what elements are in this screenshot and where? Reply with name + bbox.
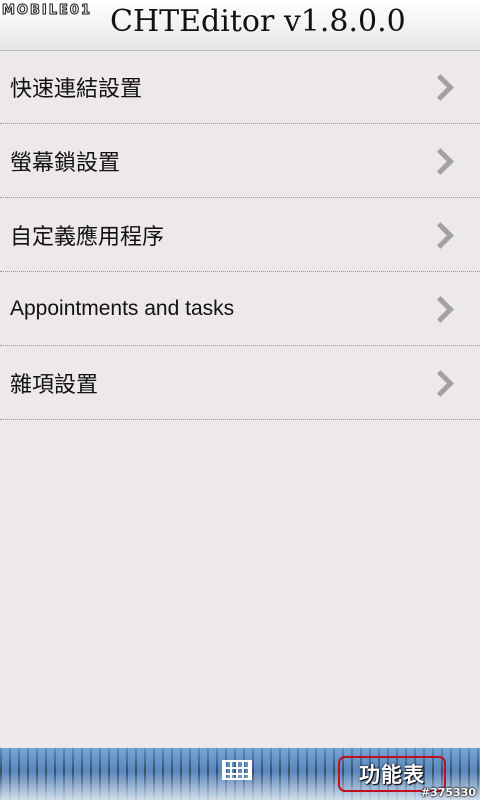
menu-item-appointments[interactable]: Appointments and tasks	[0, 272, 480, 346]
screen: MOBILE01 CHTEditor v1.8.0.0 快速連結設置 螢幕鎖設置…	[0, 0, 480, 800]
menu-item-label: 快速連結設置	[10, 76, 143, 102]
settings-menu: 快速連結設置 螢幕鎖設置 自定義應用程序 Appointments and ta…	[0, 50, 480, 420]
menu-item-label: 螢幕鎖設置	[10, 150, 121, 176]
chevron-right-icon	[427, 369, 454, 397]
menu-item-misc[interactable]: 雜項設置	[0, 346, 480, 420]
watermark: MOBILE01	[2, 3, 92, 19]
menu-item-label: Appointments and tasks	[10, 296, 235, 320]
chevron-right-icon	[427, 73, 454, 101]
menu-item-label: 雜項設置	[10, 372, 99, 398]
menu-item-custom-apps[interactable]: 自定義應用程序	[0, 198, 480, 272]
chevron-right-icon	[427, 147, 454, 175]
menu-item-screen-lock[interactable]: 螢幕鎖設置	[0, 124, 480, 198]
chevron-right-icon	[427, 221, 454, 249]
title-bar: MOBILE01 CHTEditor v1.8.0.0	[0, 0, 480, 51]
app-title: CHTEditor v1.8.0.0	[110, 4, 406, 39]
post-id-watermark: #375330	[420, 786, 476, 799]
menu-item-quick-links[interactable]: 快速連結設置	[0, 50, 480, 124]
chevron-right-icon	[427, 295, 454, 323]
keyboard-icon[interactable]	[222, 760, 252, 780]
bottom-bar: 功能表 #375330	[0, 748, 480, 800]
menu-item-label: 自定義應用程序	[10, 224, 165, 250]
